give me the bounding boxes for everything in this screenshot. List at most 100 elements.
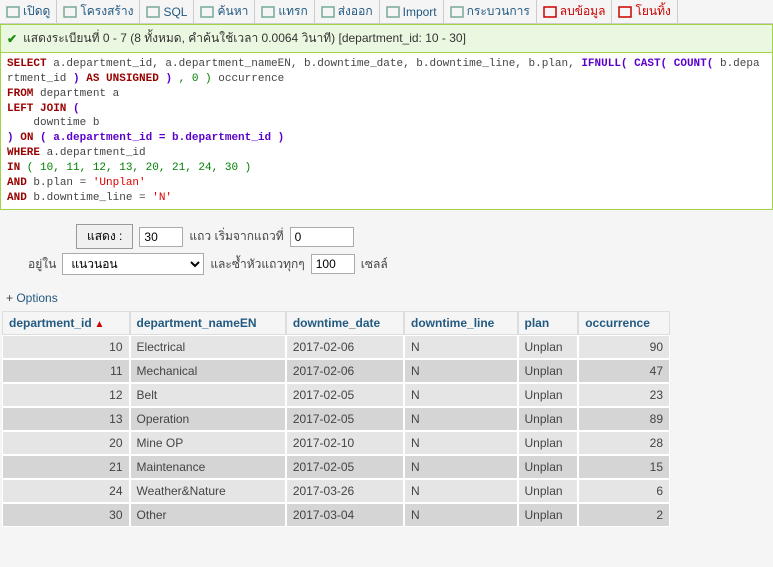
table-cell: Other [130, 503, 286, 527]
pagination-controls: แสดง : แถว เริ่มจากแถวที่ อยู่ใน แนวนอน … [0, 210, 773, 289]
column-header[interactable]: department_nameEN [130, 311, 286, 335]
table-cell: Unplan [518, 407, 579, 431]
column-header[interactable]: department_id ▲ [2, 311, 130, 335]
cells-label: เซลล์ [361, 255, 388, 274]
table-cell: Operation [130, 407, 286, 431]
success-text: แสดงระเบียนที่ 0 - 7 (8 ทั้งหมด, คำค้นใช… [23, 29, 466, 48]
start-at-input[interactable] [290, 227, 354, 247]
start-at-label: แถว เริ่มจากแถวที่ [189, 227, 283, 246]
success-box: ✔ แสดงระเบียนที่ 0 - 7 (8 ทั้งหมด, คำค้น… [0, 24, 773, 53]
tab-icon [261, 6, 275, 18]
tab-icon [543, 6, 557, 18]
column-header[interactable]: plan [518, 311, 579, 335]
table-cell: Unplan [518, 383, 579, 407]
table-row[interactable]: 11Mechanical2017-02-06NUnplan47 [2, 359, 670, 383]
table-cell: Unplan [518, 431, 579, 455]
table-cell: 11 [2, 359, 130, 383]
tab-item[interactable]: Import [380, 0, 444, 23]
table-row[interactable]: 20Mine OP2017-02-10NUnplan28 [2, 431, 670, 455]
table-cell: Mechanical [130, 359, 286, 383]
table-row[interactable]: 30Other2017-03-04NUnplan2 [2, 503, 670, 527]
table-cell: 2017-02-05 [286, 455, 404, 479]
limit-input[interactable] [139, 227, 183, 247]
pagination-controls-bottom: x [0, 527, 773, 567]
table-cell: N [404, 335, 518, 359]
tab-icon [321, 6, 335, 18]
table-cell: 89 [578, 407, 670, 431]
tab-item[interactable]: กระบวนการ [444, 0, 537, 23]
table-cell: 2017-02-05 [286, 407, 404, 431]
tab-icon [63, 6, 77, 18]
tab-item[interactable]: ค้นหา [194, 0, 255, 23]
tab-icon [6, 6, 20, 18]
options-toggle[interactable]: + Options [0, 289, 773, 311]
tab-icon [386, 6, 400, 18]
column-header[interactable]: downtime_line [404, 311, 518, 335]
table-row[interactable]: 12Belt2017-02-05NUnplan23 [2, 383, 670, 407]
table-cell: 28 [578, 431, 670, 455]
orientation-select[interactable]: แนวนอน [62, 253, 204, 275]
table-cell: 13 [2, 407, 130, 431]
table-cell: 2017-03-04 [286, 503, 404, 527]
table-cell: 20 [2, 431, 130, 455]
tab-label: กระบวนการ [467, 2, 530, 21]
table-cell: Unplan [518, 479, 579, 503]
table-cell: Maintenance [130, 455, 286, 479]
table-cell: 30 [2, 503, 130, 527]
table-cell: N [404, 359, 518, 383]
table-cell: N [404, 503, 518, 527]
tab-item[interactable]: โครงสร้าง [57, 0, 140, 23]
tab-item[interactable]: เปิดดู [0, 0, 57, 23]
tab-label: SQL [163, 5, 187, 19]
table-cell: N [404, 383, 518, 407]
table-cell: 6 [578, 479, 670, 503]
table-row[interactable]: 10Electrical2017-02-06NUnplan90 [2, 335, 670, 359]
table-cell: N [404, 407, 518, 431]
tab-item[interactable]: SQL [140, 0, 194, 23]
table-cell: 24 [2, 479, 130, 503]
table-cell: N [404, 455, 518, 479]
tab-label: ค้นหา [217, 2, 248, 21]
table-cell: 2017-02-10 [286, 431, 404, 455]
table-cell: Unplan [518, 503, 579, 527]
table-cell: 2017-02-05 [286, 383, 404, 407]
table-cell: 2017-03-26 [286, 479, 404, 503]
table-cell: 2017-02-06 [286, 335, 404, 359]
table-cell: Belt [130, 383, 286, 407]
table-cell: 90 [578, 335, 670, 359]
tab-label: ลบข้อมูล [560, 2, 606, 21]
table-cell: Unplan [518, 335, 579, 359]
table-cell: 10 [2, 335, 130, 359]
tab-item[interactable]: โยนทิ้ง [612, 0, 677, 23]
tab-icon [146, 6, 160, 18]
repeat-headers-label: และซ้ำหัวแถวทุกๆ [210, 255, 304, 274]
table-cell: 2 [578, 503, 670, 527]
tab-label: เปิดดู [23, 2, 50, 21]
table-cell: Unplan [518, 359, 579, 383]
show-button[interactable]: แสดง : [76, 224, 133, 249]
tab-strip: เปิดดู โครงสร้าง SQL ค้นหา แทรกส่งออกImport ก… [0, 0, 773, 24]
sql-box: SELECT a.department_id, a.department_nam… [0, 53, 773, 210]
table-row[interactable]: 13Operation2017-02-05NUnplan89 [2, 407, 670, 431]
table-row[interactable]: 21Maintenance2017-02-05NUnplan15 [2, 455, 670, 479]
table-cell: 23 [578, 383, 670, 407]
table-cell: 47 [578, 359, 670, 383]
tab-icon [618, 6, 632, 18]
table-cell: 21 [2, 455, 130, 479]
sort-asc-icon: ▲ [92, 319, 105, 330]
repeat-input[interactable] [311, 254, 355, 274]
column-header[interactable]: downtime_date [286, 311, 404, 335]
tab-icon [450, 6, 464, 18]
tab-item[interactable]: ส่งออก [315, 0, 380, 23]
table-row[interactable]: 24Weather&Nature2017-03-26NUnplan6 [2, 479, 670, 503]
results-table: department_id ▲department_nameENdowntime… [2, 311, 670, 527]
tab-label: โยนทิ้ง [635, 2, 670, 21]
table-cell: N [404, 431, 518, 455]
table-cell: 15 [578, 455, 670, 479]
in-label: อยู่ใน [28, 255, 56, 274]
table-cell: Electrical [130, 335, 286, 359]
tab-item[interactable]: ลบข้อมูล [537, 0, 613, 23]
column-header[interactable]: occurrence [578, 311, 670, 335]
table-cell: N [404, 479, 518, 503]
tab-item[interactable]: แทรก [255, 0, 314, 23]
